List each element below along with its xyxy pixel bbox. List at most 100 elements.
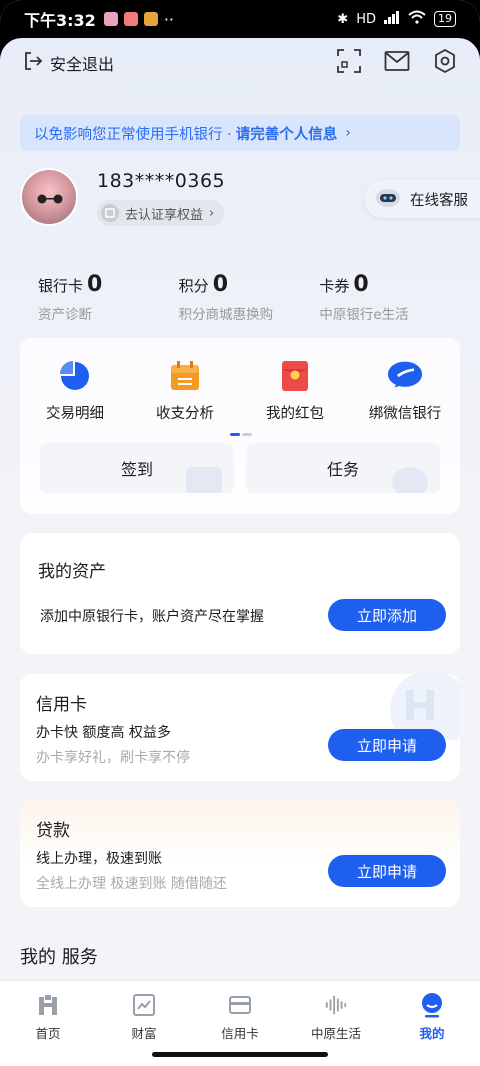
card-title: 贷款	[36, 821, 70, 841]
credit-card-card: 信用卡 办卡快 额度高 权益多 办卡享好礼，刷卡享不停 立即申请	[20, 674, 460, 781]
add-card-button[interactable]: 立即添加	[328, 599, 446, 631]
stat-coupons[interactable]: 卡券 0 中原银行e生活	[319, 272, 460, 323]
card-line1: 线上办理，极速到账	[36, 851, 162, 867]
checkin-label: 签到	[120, 460, 153, 479]
status-time: 下午3:32	[24, 11, 96, 30]
stat-label: 银行卡	[38, 277, 84, 295]
banner-action: 请完善个人信息	[235, 126, 338, 143]
settings-icon[interactable]	[432, 48, 458, 78]
stat-label: 卡券	[319, 277, 350, 295]
notification-app-icon	[143, 12, 158, 26]
header: 安全退出	[22, 46, 458, 80]
quick-label: 交易明细	[46, 406, 104, 422]
quick-transaction-details[interactable]: 交易明细	[20, 358, 130, 423]
pie-chart-icon	[57, 358, 93, 394]
robot-icon	[374, 183, 402, 215]
card-text: 添加中原银行卡，账户资产尽在掌握	[40, 609, 264, 625]
nav-label: 信用卡	[221, 1026, 259, 1041]
scan-icon[interactable]	[336, 48, 362, 78]
bluetooth-icon: ✱	[337, 11, 349, 27]
wealth-icon	[132, 993, 156, 1017]
quick-label: 收支分析	[156, 406, 214, 422]
credit-card-icon	[228, 993, 252, 1017]
task-button[interactable]: 任务	[246, 443, 440, 493]
card-title: 信用卡	[36, 695, 87, 715]
my-services-title: 我的 服务	[20, 947, 98, 968]
stat-sub: 积分商城惠换购	[178, 307, 274, 323]
carousel-indicator	[230, 433, 252, 436]
nav-home[interactable]: 首页	[0, 981, 96, 1066]
logout-button[interactable]: 安全退出	[22, 50, 114, 76]
nav-label: 首页	[35, 1026, 61, 1041]
banner-text: 以免影响您正常使用手机银行 ·	[34, 126, 232, 143]
logout-label: 安全退出	[50, 55, 115, 74]
screen: 下午3:32 ·· ✱ HD 19 安全退出 以免影响您正常使用手机银行 · 请…	[0, 0, 480, 1066]
task-clock-icon	[392, 467, 428, 493]
phone-number: 183****0365	[97, 170, 226, 192]
online-service-label: 在线客服	[410, 192, 468, 209]
mail-icon[interactable]	[384, 50, 410, 76]
task-label: 任务	[326, 460, 359, 479]
status-app-icons: ··	[103, 9, 174, 29]
chevron-right-icon: ›	[209, 205, 215, 221]
apply-credit-card-button[interactable]: 立即申请	[328, 729, 446, 761]
card-line2: 全线上办理 极速到账 随借随还	[36, 876, 227, 892]
stat-sub: 中原银行e生活	[319, 307, 409, 323]
home-indicator[interactable]	[152, 1052, 328, 1057]
calendar-icon	[167, 358, 203, 394]
nav-label: 我的	[419, 1026, 445, 1041]
notification-app-icon	[123, 12, 138, 26]
card-line1: 办卡快 额度高 权益多	[36, 725, 171, 741]
life-icon	[324, 993, 348, 1017]
my-assets-card: 我的资产 添加中原银行卡，账户资产尽在掌握 立即添加	[20, 533, 460, 654]
carousel-dot	[242, 433, 252, 436]
verify-label: 去认证享权益	[125, 207, 204, 223]
quick-bind-wechat[interactable]: 绑微信银行	[350, 358, 460, 423]
logout-icon	[22, 50, 44, 76]
quick-red-envelope[interactable]: 我的红包	[240, 358, 350, 423]
apply-loan-button[interactable]: 立即申请	[328, 855, 446, 887]
stat-label: 积分	[178, 277, 209, 295]
stats-row: 银行卡 0 资产诊断 积分 0 积分商城惠换购 卡券 0 中原银行e生活	[38, 272, 460, 323]
status-dots: ··	[163, 9, 174, 29]
stat-value: 0	[353, 272, 369, 297]
card-line2: 办卡享好礼，刷卡享不停	[36, 750, 190, 766]
profile-icon	[420, 993, 444, 1018]
status-bar: 下午3:32 ·· ✱ HD 19	[0, 0, 480, 38]
quick-label: 我的红包	[266, 406, 324, 422]
nav-label: 中原生活	[310, 1026, 361, 1041]
battery-indicator: 19	[434, 11, 456, 27]
wifi-icon	[408, 10, 426, 28]
status-right: ✱ HD 19	[337, 10, 456, 28]
stat-value: 0	[87, 272, 103, 297]
red-envelope-icon	[277, 358, 313, 394]
stat-points[interactable]: 积分 0 积分商城惠换购	[179, 272, 320, 323]
avatar[interactable]	[20, 168, 78, 226]
checkin-button[interactable]: 签到	[40, 443, 234, 493]
quick-income-analysis[interactable]: 收支分析	[130, 358, 240, 423]
home-icon	[36, 993, 60, 1017]
header-icons	[336, 48, 458, 78]
quick-buttons: 签到 任务	[40, 443, 440, 493]
quick-label: 绑微信银行	[368, 406, 442, 422]
verify-badge-icon	[101, 204, 119, 222]
notification-app-icon	[103, 12, 118, 26]
nav-me[interactable]: 我的	[384, 981, 480, 1066]
wechat-icon	[387, 358, 423, 394]
chevron-right-icon: ›	[345, 125, 352, 141]
loan-card: 贷款 线上办理，极速到账 全线上办理 极速到账 随借随还 立即申请	[20, 800, 460, 907]
quick-actions-card: 交易明细 收支分析 我的红包 绑微信银行 签到 任务	[20, 338, 460, 514]
avatar-glasses-icon	[37, 194, 63, 204]
stat-bank-cards[interactable]: 银行卡 0 资产诊断	[38, 272, 179, 323]
carousel-dot-active	[230, 433, 240, 436]
stat-sub: 资产诊断	[38, 307, 92, 323]
nav-label: 财富	[131, 1026, 157, 1041]
checkin-calendar-icon	[186, 467, 222, 493]
online-service-button[interactable]: 在线客服	[364, 180, 480, 218]
card-title: 我的资产	[38, 562, 106, 582]
signal-icon	[384, 10, 400, 28]
complete-profile-banner[interactable]: 以免影响您正常使用手机银行 · 请完善个人信息 ›	[20, 115, 460, 151]
stat-value: 0	[212, 272, 228, 297]
quick-actions-row: 交易明细 收支分析 我的红包 绑微信银行	[20, 338, 460, 423]
verify-button[interactable]: 去认证享权益 ›	[97, 200, 225, 226]
